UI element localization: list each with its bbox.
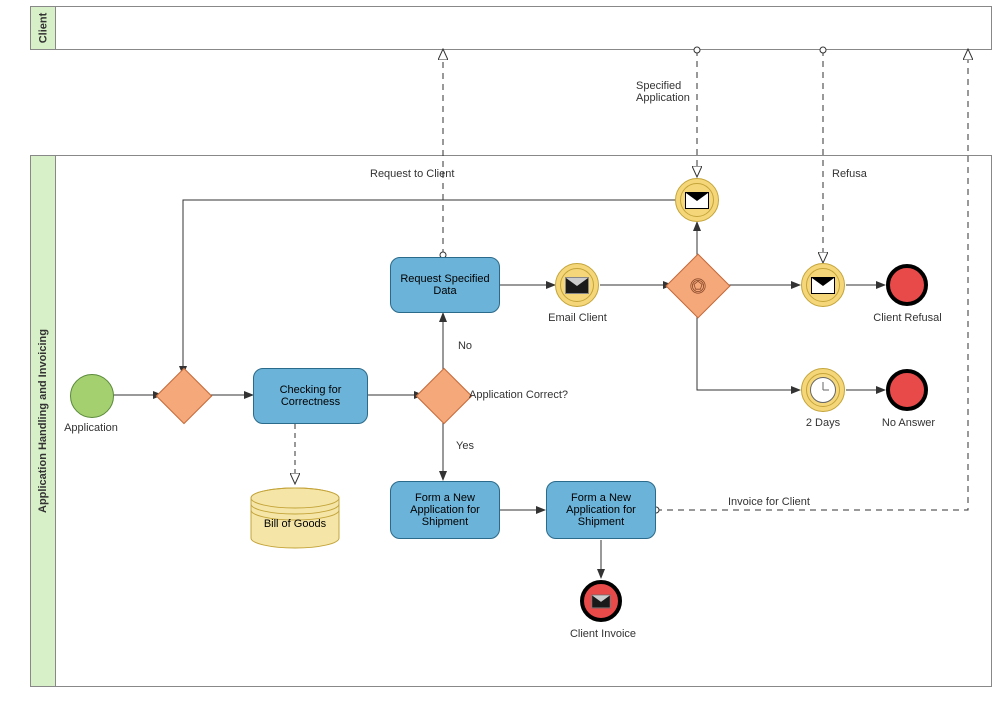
event-catch-refusal bbox=[801, 263, 845, 307]
msg-specified-app: Specified Application bbox=[636, 80, 694, 104]
gateway-branch-no: No bbox=[450, 340, 480, 352]
event-catch-specified-app bbox=[675, 178, 719, 222]
end-event-invoice-label: Client Invoice bbox=[558, 628, 648, 640]
pool-client-label: Client bbox=[31, 7, 56, 49]
envelope-icon bbox=[591, 594, 610, 608]
datastore-bill-label: Bill of Goods bbox=[245, 518, 345, 530]
start-event-label: Application bbox=[52, 422, 130, 434]
task-request-data: Request Specified Data bbox=[390, 257, 500, 313]
envelope-icon bbox=[565, 277, 589, 294]
end-event-noanswer bbox=[886, 369, 928, 411]
event-timer-label: 2 Days bbox=[798, 417, 848, 429]
event-email-client-label: Email Client bbox=[540, 312, 615, 324]
end-event-noanswer-label: No Answer bbox=[871, 417, 946, 429]
end-event-refusal bbox=[886, 264, 928, 306]
gateway-app-correct-label: Application Correct? bbox=[469, 389, 609, 401]
pool-client: Client bbox=[30, 6, 992, 50]
task-checking-label: Checking for Correctness bbox=[260, 384, 361, 408]
pool-main-label: Application Handling and Invoicing bbox=[31, 156, 56, 686]
task-form-app-1: Form a New Application for Shipment bbox=[390, 481, 500, 539]
end-event-invoice bbox=[580, 580, 622, 622]
datastore-bill: Bill of Goods bbox=[245, 486, 345, 551]
pentagon-icon bbox=[690, 278, 706, 294]
task-form-app-2-label: Form a New Application for Shipment bbox=[553, 492, 649, 528]
task-request-data-label: Request Specified Data bbox=[397, 273, 493, 297]
end-event-refusal-label: Client Refusal bbox=[865, 312, 950, 324]
clock-icon bbox=[810, 377, 836, 403]
envelope-icon bbox=[811, 277, 835, 294]
event-timer-2days bbox=[801, 368, 845, 412]
start-event-application bbox=[70, 374, 114, 418]
event-email-client bbox=[555, 263, 599, 307]
task-checking: Checking for Correctness bbox=[253, 368, 368, 424]
envelope-icon bbox=[685, 192, 709, 209]
task-form-app-2: Form a New Application for Shipment bbox=[546, 481, 656, 539]
pool-main-title: Application Handling and Invoicing bbox=[37, 329, 49, 513]
msg-request-client: Request to Client bbox=[370, 168, 510, 180]
msg-invoice: Invoice for Client bbox=[728, 496, 848, 508]
gateway-branch-yes: Yes bbox=[450, 440, 480, 452]
task-form-app-1-label: Form a New Application for Shipment bbox=[397, 492, 493, 528]
pool-client-title: Client bbox=[37, 13, 49, 44]
msg-refusal: Refusa bbox=[832, 168, 892, 180]
